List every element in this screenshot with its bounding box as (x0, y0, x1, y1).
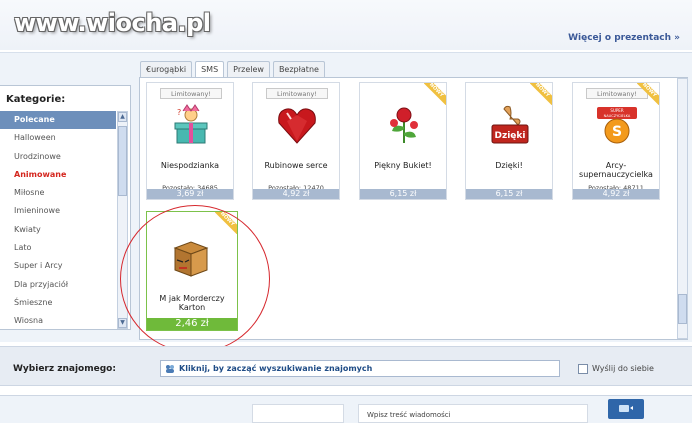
thumbs-up-icon: Dzięki (491, 105, 529, 144)
gift-name: Dzięki! (495, 161, 523, 170)
limited-badge: Limitowany! (160, 88, 222, 99)
bottom-gift-preview (252, 404, 344, 423)
category-item-super-i-arcy[interactable]: Super i Arcy (0, 257, 116, 275)
friend-picker-bar: Wybierz znajomego: Kliknij, by zacząć wy… (0, 346, 692, 386)
send-to-self-checkbox[interactable] (578, 364, 588, 374)
rose-bouquet-icon (390, 107, 418, 143)
category-item-dla-przyjaciol[interactable]: Dla przyjaciół (0, 276, 116, 294)
dzieki-sign-text: Dzięki (495, 131, 526, 141)
category-item-milosne[interactable]: Miłosne (0, 184, 116, 202)
red-circle-highlight (120, 205, 270, 353)
new-ribbon-label: NOWY (424, 83, 446, 105)
scroll-up-arrow-icon[interactable]: ▲ (118, 112, 127, 122)
teacher-badge-top: SUPER (610, 108, 623, 113)
tab-bezplatne[interactable]: Bezpłatne (272, 61, 325, 77)
gift-card-rubinowe-serce[interactable]: Limitowany! Rubinowe serce Pozostało: 12… (252, 82, 340, 200)
gift-scroll-thumb[interactable] (678, 294, 687, 324)
gift-price: 4,92 zł (253, 189, 339, 199)
svg-text:?: ? (177, 108, 181, 117)
category-item-smieszne[interactable]: Śmieszne (0, 294, 116, 312)
more-gifts-link[interactable]: Więcej o prezentach » (568, 33, 680, 43)
teacher-badge-middle: NAUCZYCIELKA (604, 114, 631, 118)
gift-price: 6,15 zł (466, 189, 552, 199)
gift-price: 6,15 zł (360, 189, 446, 199)
gift-scrollbar[interactable] (677, 78, 688, 339)
gift-name: Niespodzianka (160, 161, 220, 170)
send-to-self-label: Wyślij do siebie (592, 364, 654, 373)
bottom-strip (0, 395, 692, 423)
payment-tabs: €urogąbki SMS Przelew Bezpłatne (140, 61, 328, 78)
friend-search-input[interactable]: Kliknij, by zacząć wyszukiwanie znajomyc… (160, 360, 560, 377)
category-sidebar: Kategorie: Polecane Halloween Urodzinowe… (0, 85, 131, 330)
top-bar: www.wiocha.pl Więcej o prezentach » (0, 0, 692, 50)
teacher-badge-letter: S (612, 124, 622, 140)
friends-icon (166, 365, 174, 373)
gift-card-dzieki[interactable]: NOWY Dzięki Dzięki! 6,15 zł (465, 82, 553, 200)
teacher-badge-icon: SUPER NAUCZYCIELKA S (597, 107, 637, 144)
new-ribbon-label: NOWY (530, 83, 552, 105)
gift-card-niespodzianka[interactable]: Limitowany! ? Niespodzianka Pozostało: 3… (146, 82, 234, 200)
scroll-down-arrow-icon[interactable]: ▼ (118, 318, 127, 328)
category-list: Polecane Halloween Urodzinowe Animowane … (0, 111, 116, 331)
gift-name: Arcy-supernauczycielka (579, 161, 653, 179)
gift-price: 3,69 zł (147, 189, 233, 199)
gift-card-piekny-bukiet[interactable]: NOWY Piękny Bukiet! 6,15 zł (359, 82, 447, 200)
category-item-lato[interactable]: Lato (0, 239, 116, 257)
category-item-kwiaty[interactable]: Kwiaty (0, 221, 116, 239)
new-ribbon: NOWY (637, 83, 659, 105)
category-item-imieninowe[interactable]: Imieninowe (0, 202, 116, 220)
tab-sms[interactable]: SMS (195, 61, 225, 78)
site-watermark: www.wiocha.pl (14, 9, 211, 37)
surprise-box-icon: ? (174, 104, 208, 144)
tab-przelew[interactable]: Przelew (227, 61, 270, 77)
category-item-urodzinowe[interactable]: Urodzinowe (0, 148, 116, 166)
category-scroll-thumb[interactable] (118, 126, 127, 196)
friend-search-text: Kliknij, by zacząć wyszukiwanie znajomyc… (179, 364, 373, 373)
gift-name: Piękny Bukiet! (374, 161, 432, 170)
gift-price: 4,92 zł (573, 189, 659, 199)
new-ribbon: NOWY (424, 83, 446, 105)
gift-card-arcy-supernauczycielka[interactable]: Limitowany! NOWY SUPER NAUCZYCIELKA S Ar… (572, 82, 660, 200)
category-title: Kategorie: (6, 94, 66, 105)
gift-name: Rubinowe serce (264, 161, 328, 170)
limited-badge: Limitowany! (266, 88, 328, 99)
ruby-heart-icon (278, 108, 316, 144)
category-item-polecane[interactable]: Polecane (0, 111, 116, 130)
tab-eurogabki[interactable]: €urogąbki (140, 61, 193, 77)
message-input[interactable]: Wpisz treść wiadomości (358, 404, 588, 423)
new-ribbon: NOWY (530, 83, 552, 105)
category-item-animowane[interactable]: Animowane (0, 166, 116, 184)
new-ribbon-label: NOWY (637, 83, 659, 105)
category-item-halloween[interactable]: Halloween (0, 129, 116, 147)
chat-button[interactable] (608, 399, 644, 419)
friend-label: Wybierz znajomego: (13, 364, 116, 374)
chat-icon (619, 404, 633, 412)
category-item-wiosna[interactable]: Wiosna (0, 312, 116, 330)
